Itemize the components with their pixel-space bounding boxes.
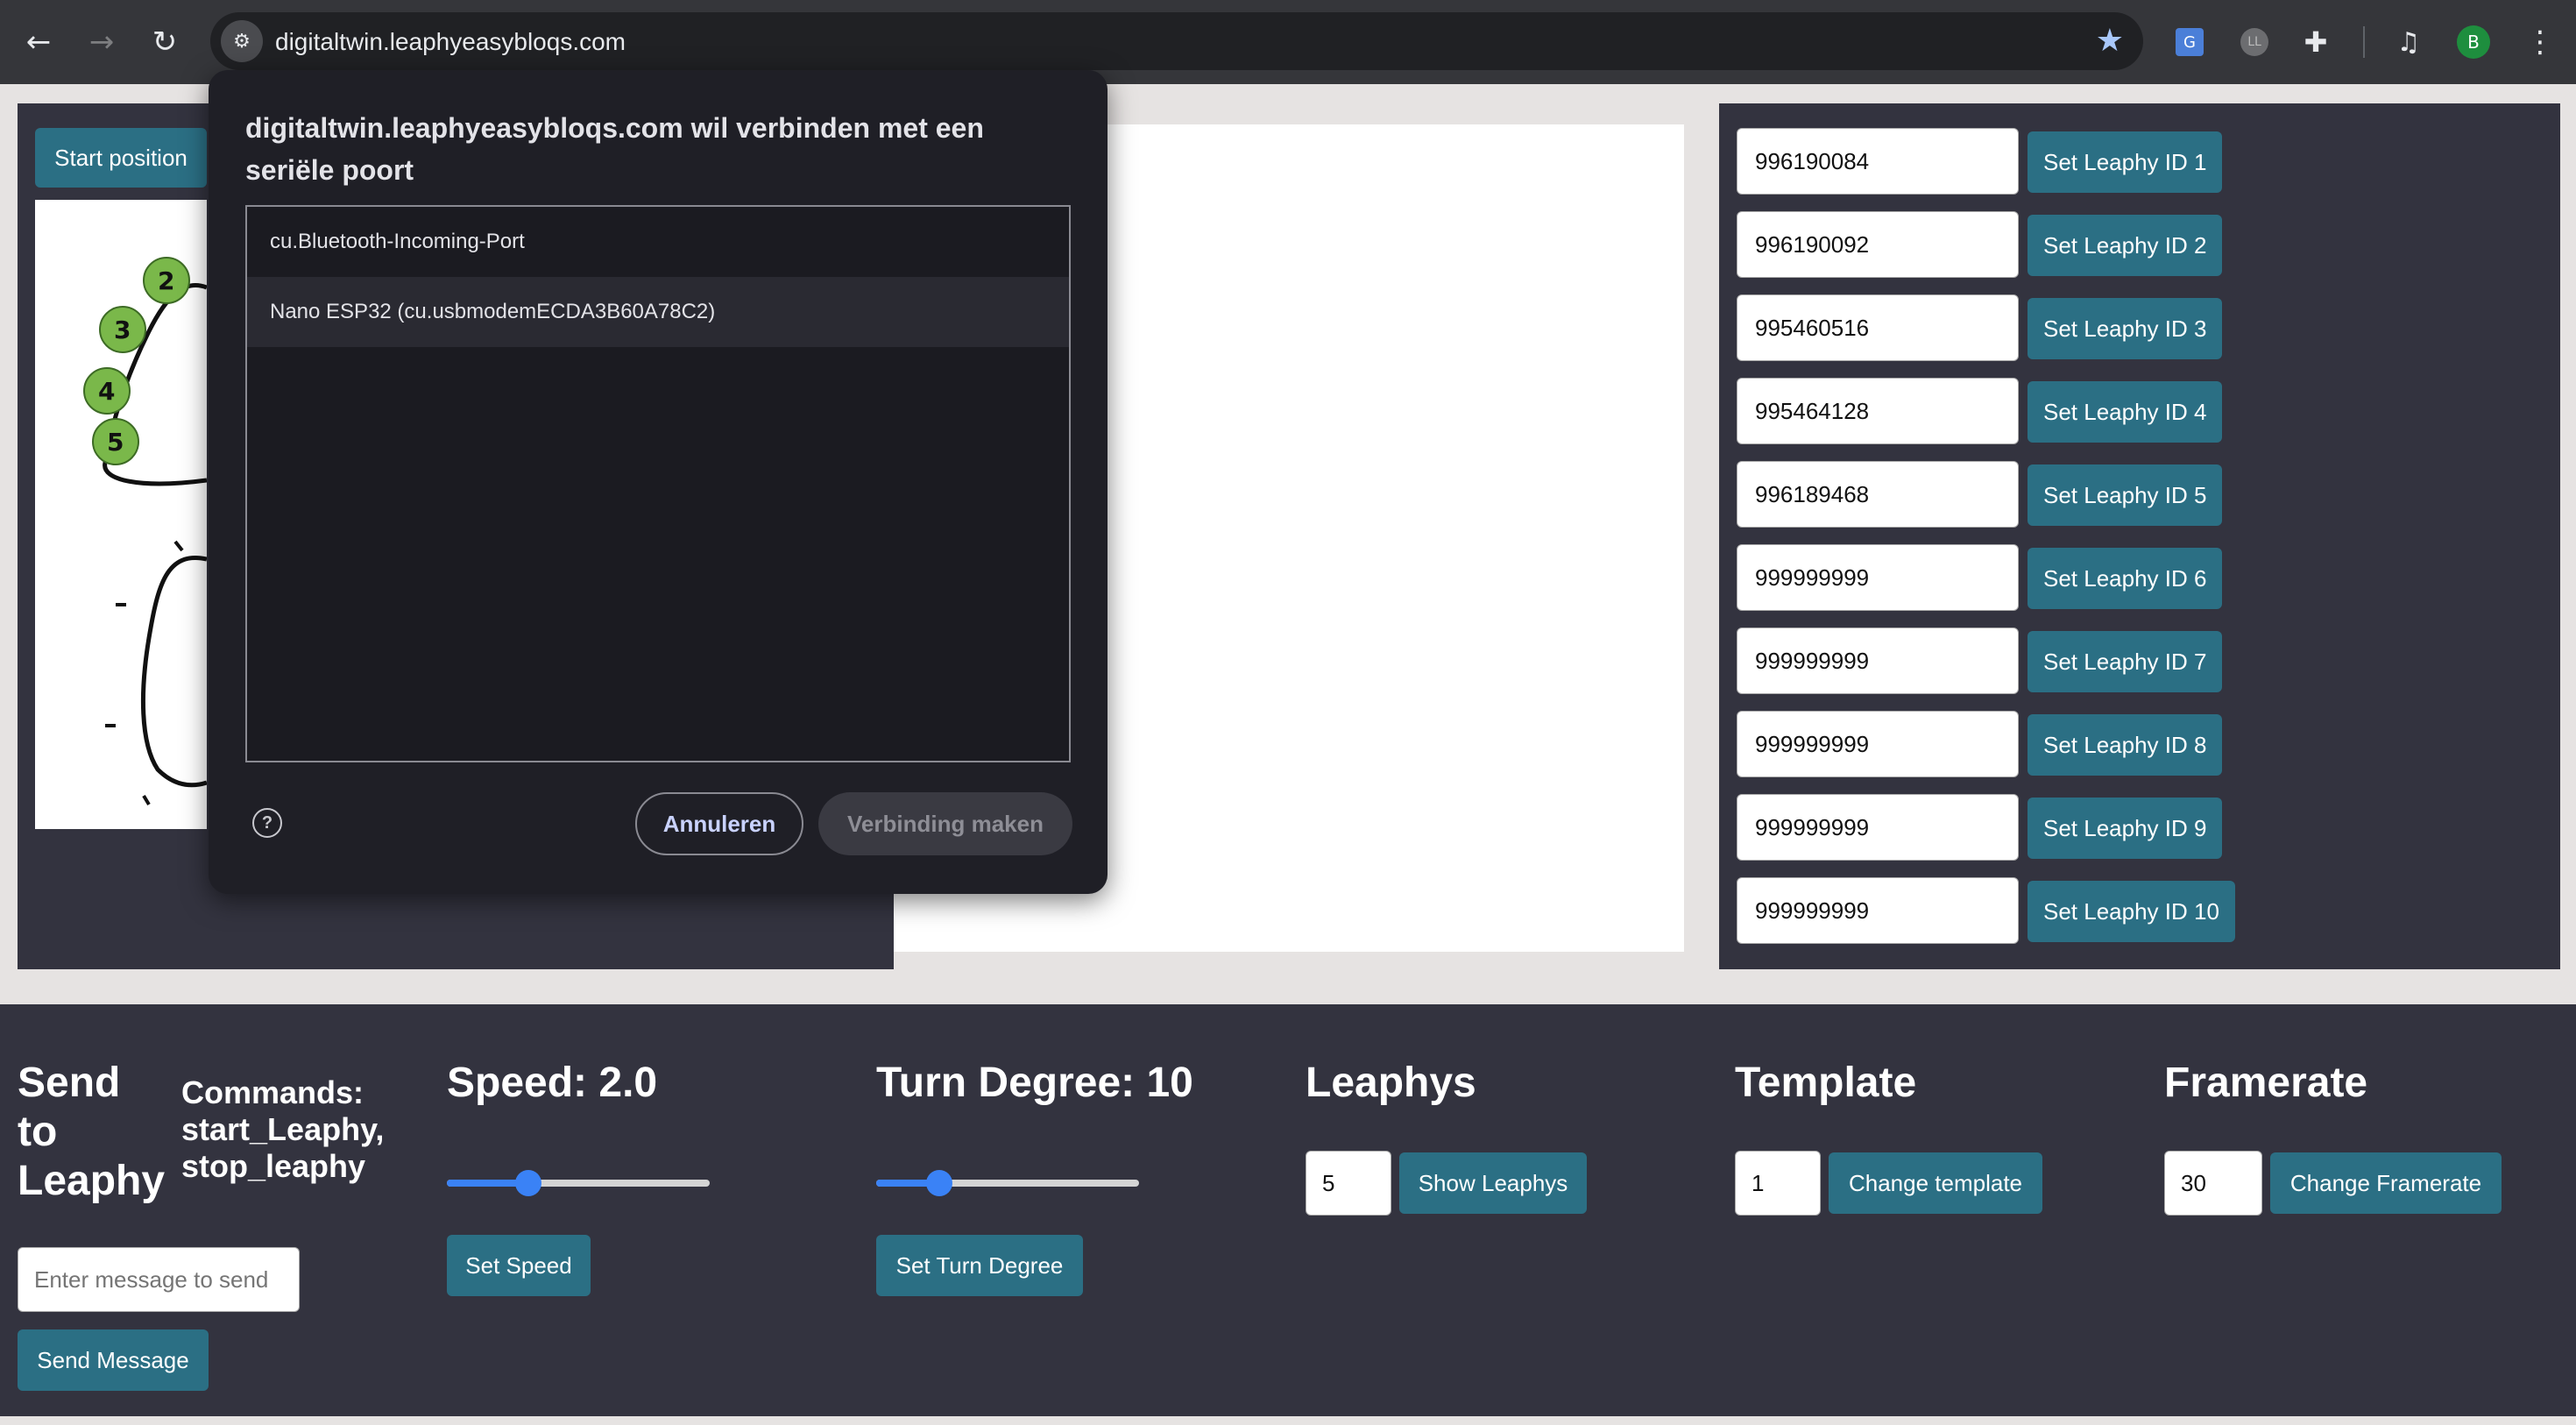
port-option[interactable]: cu.Bluetooth-Incoming-Port [247, 207, 1069, 277]
leaphy-label-5: 5 [107, 428, 124, 457]
start-position-button[interactable]: Start position [35, 128, 207, 188]
address-bar[interactable]: ⚙ digitaltwin.leaphyeasybloqs.com ★ [210, 12, 2143, 70]
leaphy-id-input[interactable]: 995464128 [1737, 378, 2019, 444]
track-drawing: 2 3 4 5 [83, 257, 207, 806]
serial-port-dialog: digitaltwin.leaphyeasybloqs.com wil verb… [209, 70, 1108, 894]
profile-avatar[interactable]: B [2453, 22, 2494, 62]
change-framerate-button[interactable]: Change Framerate [2270, 1152, 2502, 1214]
template-input[interactable]: 1 [1735, 1151, 1821, 1216]
set-leaphy-id-button[interactable]: Set Leaphy ID 7 [2028, 631, 2223, 692]
back-icon[interactable]: ← [14, 18, 63, 67]
leaphy-id-input[interactable]: 999999999 [1737, 711, 2019, 777]
leaphy-id-input[interactable]: 999999999 [1737, 627, 2019, 694]
leaphy-id-input[interactable]: 995460516 [1737, 294, 2019, 361]
leaphys-title: Leaphys [1306, 1060, 1476, 1106]
framerate-title: Framerate [2164, 1060, 2368, 1106]
bookmark-star-icon[interactable]: ★ [2096, 23, 2124, 59]
commands-line1: Commands: [181, 1074, 364, 1110]
media-control-icon[interactable]: ♫ [2388, 22, 2429, 62]
track-map: 2 3 4 5 [35, 200, 207, 829]
leaphy-id-input[interactable]: 996190084 [1737, 128, 2019, 195]
profile-initial: B [2457, 25, 2490, 59]
url-text[interactable]: digitaltwin.leaphyeasybloqs.com [275, 28, 626, 56]
port-list[interactable]: cu.Bluetooth-Incoming-Port Nano ESP32 (c… [245, 205, 1071, 762]
leaphy-id-input[interactable]: 999999999 [1737, 877, 2019, 944]
leaphy-id-input[interactable]: 999999999 [1737, 544, 2019, 611]
leaphy-id-input[interactable]: 996190092 [1737, 211, 2019, 278]
reload-icon[interactable]: ↻ [140, 18, 189, 67]
cancel-button[interactable]: Annuleren [635, 792, 803, 855]
leaphy-robot-4: 4 [83, 367, 131, 415]
set-leaphy-id-button[interactable]: Set Leaphy ID 2 [2028, 215, 2223, 276]
browser-menu-icon[interactable]: ⋮ [2520, 22, 2560, 62]
set-leaphy-id-button[interactable]: Set Leaphy ID 1 [2028, 131, 2223, 193]
speed-slider-thumb[interactable] [515, 1170, 542, 1196]
extension-glyph: LL [2240, 28, 2268, 56]
send-title-line3: Leaphy [18, 1158, 166, 1204]
leaphy-label-2: 2 [158, 266, 174, 295]
show-leaphys-button[interactable]: Show Leaphys [1399, 1152, 1587, 1214]
help-icon[interactable]: ? [252, 808, 282, 838]
extension-icon[interactable]: LL [2234, 22, 2275, 62]
set-leaphy-id-button[interactable]: Set Leaphy ID 6 [2028, 548, 2223, 609]
port-option[interactable]: Nano ESP32 (cu.usbmodemECDA3B60A78C2) [247, 277, 1069, 347]
set-leaphy-id-button[interactable]: Set Leaphy ID 3 [2028, 298, 2223, 359]
framerate-input[interactable]: 30 [2164, 1151, 2262, 1216]
speed-title: Speed: 2.0 [447, 1060, 658, 1106]
template-title: Template [1735, 1060, 1917, 1106]
leaphy-label-3: 3 [114, 315, 131, 344]
turn-slider-thumb[interactable] [925, 1170, 952, 1196]
set-leaphy-id-button[interactable]: Set Leaphy ID 5 [2028, 464, 2223, 526]
send-message-button[interactable]: Send Message [18, 1329, 209, 1391]
message-input[interactable] [18, 1247, 300, 1312]
extensions-puzzle-icon[interactable]: ✚ [2296, 22, 2336, 62]
site-info-icon[interactable]: ⚙ [221, 20, 263, 62]
leaphy-robot-2: 2 [143, 257, 190, 304]
set-turn-degree-button[interactable]: Set Turn Degree [876, 1235, 1083, 1296]
commands-line3: stop_leaphy [181, 1148, 366, 1184]
set-speed-button[interactable]: Set Speed [447, 1235, 591, 1296]
leaphy-robot-3: 3 [99, 306, 146, 353]
forward-icon[interactable]: → [77, 18, 126, 67]
leaphy-label-4: 4 [98, 377, 115, 406]
dialog-title: digitaltwin.leaphyeasybloqs.com wil verb… [245, 112, 984, 186]
set-leaphy-id-button[interactable]: Set Leaphy ID 10 [2028, 881, 2235, 942]
send-title-line1: Send [18, 1060, 121, 1106]
speed-slider[interactable] [447, 1170, 710, 1196]
leaphy-id-input[interactable]: 996189468 [1737, 461, 2019, 528]
translate-extension-icon[interactable]: G [2169, 22, 2210, 62]
leaphys-count-input[interactable]: 5 [1306, 1151, 1391, 1216]
connect-button[interactable]: Verbinding maken [818, 792, 1072, 855]
leaphy-robot-5: 5 [92, 418, 139, 465]
turn-degree-slider[interactable] [876, 1170, 1139, 1196]
commands-line2: start_Leaphy, [181, 1111, 385, 1147]
toolbar-divider [2363, 26, 2365, 58]
set-leaphy-id-button[interactable]: Set Leaphy ID 4 [2028, 381, 2223, 443]
set-leaphy-id-button[interactable]: Set Leaphy ID 9 [2028, 798, 2223, 859]
change-template-button[interactable]: Change template [1829, 1152, 2042, 1214]
turn-degree-title: Turn Degree: 10 [876, 1060, 1193, 1106]
send-title-line2: to [18, 1109, 58, 1155]
translate-glyph: G [2176, 28, 2204, 56]
set-leaphy-id-button[interactable]: Set Leaphy ID 8 [2028, 714, 2223, 776]
leaphy-id-input[interactable]: 999999999 [1737, 794, 2019, 861]
